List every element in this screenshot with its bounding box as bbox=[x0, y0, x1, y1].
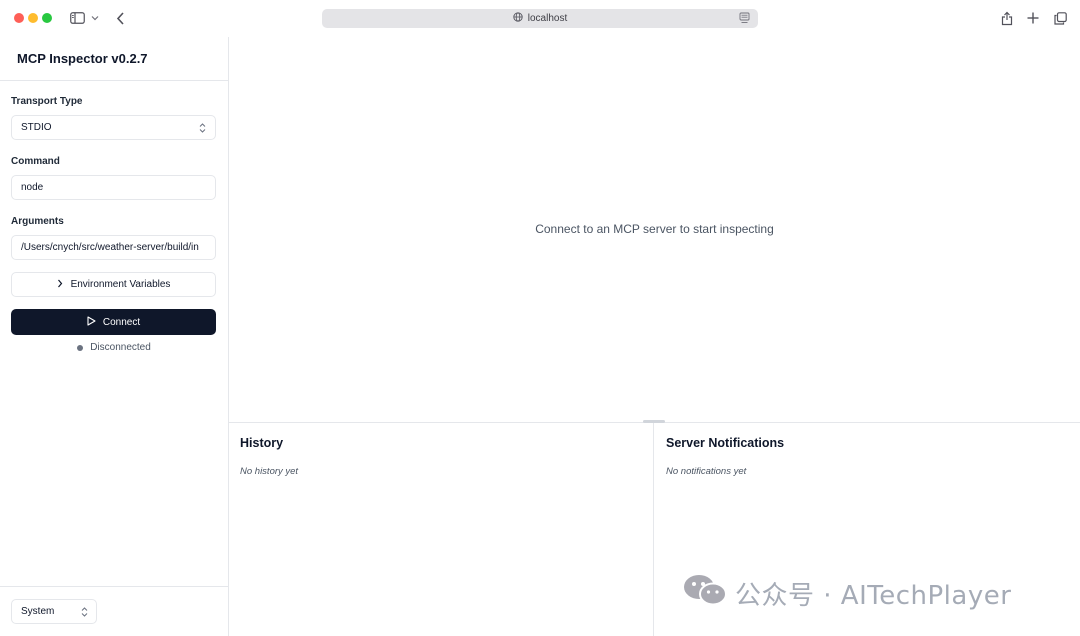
watermark: 公众号 · AITechPlayer bbox=[683, 574, 1011, 612]
sidebar-header: MCP Inspector v0.2.7 bbox=[0, 37, 228, 81]
sidebar-footer: System bbox=[0, 586, 228, 636]
sidebar: MCP Inspector v0.2.7 Transport Type STDI… bbox=[0, 37, 229, 636]
wechat-icon bbox=[683, 573, 727, 614]
history-title: History bbox=[240, 436, 284, 450]
connect-button[interactable]: Connect bbox=[11, 309, 216, 335]
maximize-window-button[interactable] bbox=[42, 13, 52, 23]
back-arrow-icon[interactable] bbox=[111, 9, 129, 27]
status-dot bbox=[77, 344, 84, 351]
browser-toolbar: localhost bbox=[0, 0, 1080, 37]
share-icon[interactable] bbox=[998, 9, 1016, 27]
reader-mode-icon[interactable] bbox=[739, 12, 750, 27]
notifications-empty-text: No notifications yet bbox=[666, 466, 747, 477]
arguments-input[interactable]: /Users/cnych/src/weather-server/build/in bbox=[11, 235, 216, 260]
chevron-right-icon bbox=[57, 279, 63, 291]
transport-type-value: STDIO bbox=[21, 122, 52, 133]
url-text: localhost bbox=[527, 13, 568, 24]
watermark-text: 公众号 · AITechPlayer bbox=[735, 580, 1012, 611]
chevron-down-icon[interactable] bbox=[88, 9, 102, 27]
environment-variables-label: Environment Variables bbox=[70, 279, 171, 290]
chevron-up-down-icon bbox=[199, 123, 206, 136]
new-tab-icon[interactable] bbox=[1024, 9, 1042, 27]
theme-select[interactable]: System bbox=[11, 599, 97, 624]
environment-variables-button[interactable]: Environment Variables bbox=[11, 272, 216, 297]
command-label: Command bbox=[11, 156, 60, 167]
minimize-window-button[interactable] bbox=[28, 13, 38, 23]
address-bar[interactable]: localhost bbox=[322, 9, 758, 28]
play-icon bbox=[87, 315, 96, 329]
close-window-button[interactable] bbox=[14, 13, 24, 23]
chevron-up-down-icon bbox=[81, 607, 88, 620]
connect-label: Connect bbox=[102, 316, 141, 328]
history-panel: History No history yet bbox=[229, 423, 654, 636]
transport-type-select[interactable]: STDIO bbox=[11, 115, 216, 140]
app-title: MCP Inspector v0.2.7 bbox=[17, 51, 148, 66]
theme-select-value: System bbox=[21, 606, 55, 617]
main-panel: Connect to an MCP server to start inspec… bbox=[229, 37, 1080, 636]
connection-status: Disconnected bbox=[0, 342, 228, 353]
notifications-title: Server Notifications bbox=[666, 436, 785, 450]
command-input[interactable]: node bbox=[11, 175, 216, 200]
arguments-label: Arguments bbox=[11, 216, 64, 227]
sidebar-toggle-icon[interactable] bbox=[68, 9, 86, 27]
history-empty-text: No history yet bbox=[240, 466, 299, 477]
globe-icon bbox=[513, 12, 523, 25]
transport-type-label: Transport Type bbox=[11, 96, 83, 107]
empty-state-message: Connect to an MCP server to start inspec… bbox=[535, 222, 774, 236]
tab-overview-icon[interactable] bbox=[1051, 9, 1069, 27]
connection-status-text: Disconnected bbox=[90, 342, 151, 353]
